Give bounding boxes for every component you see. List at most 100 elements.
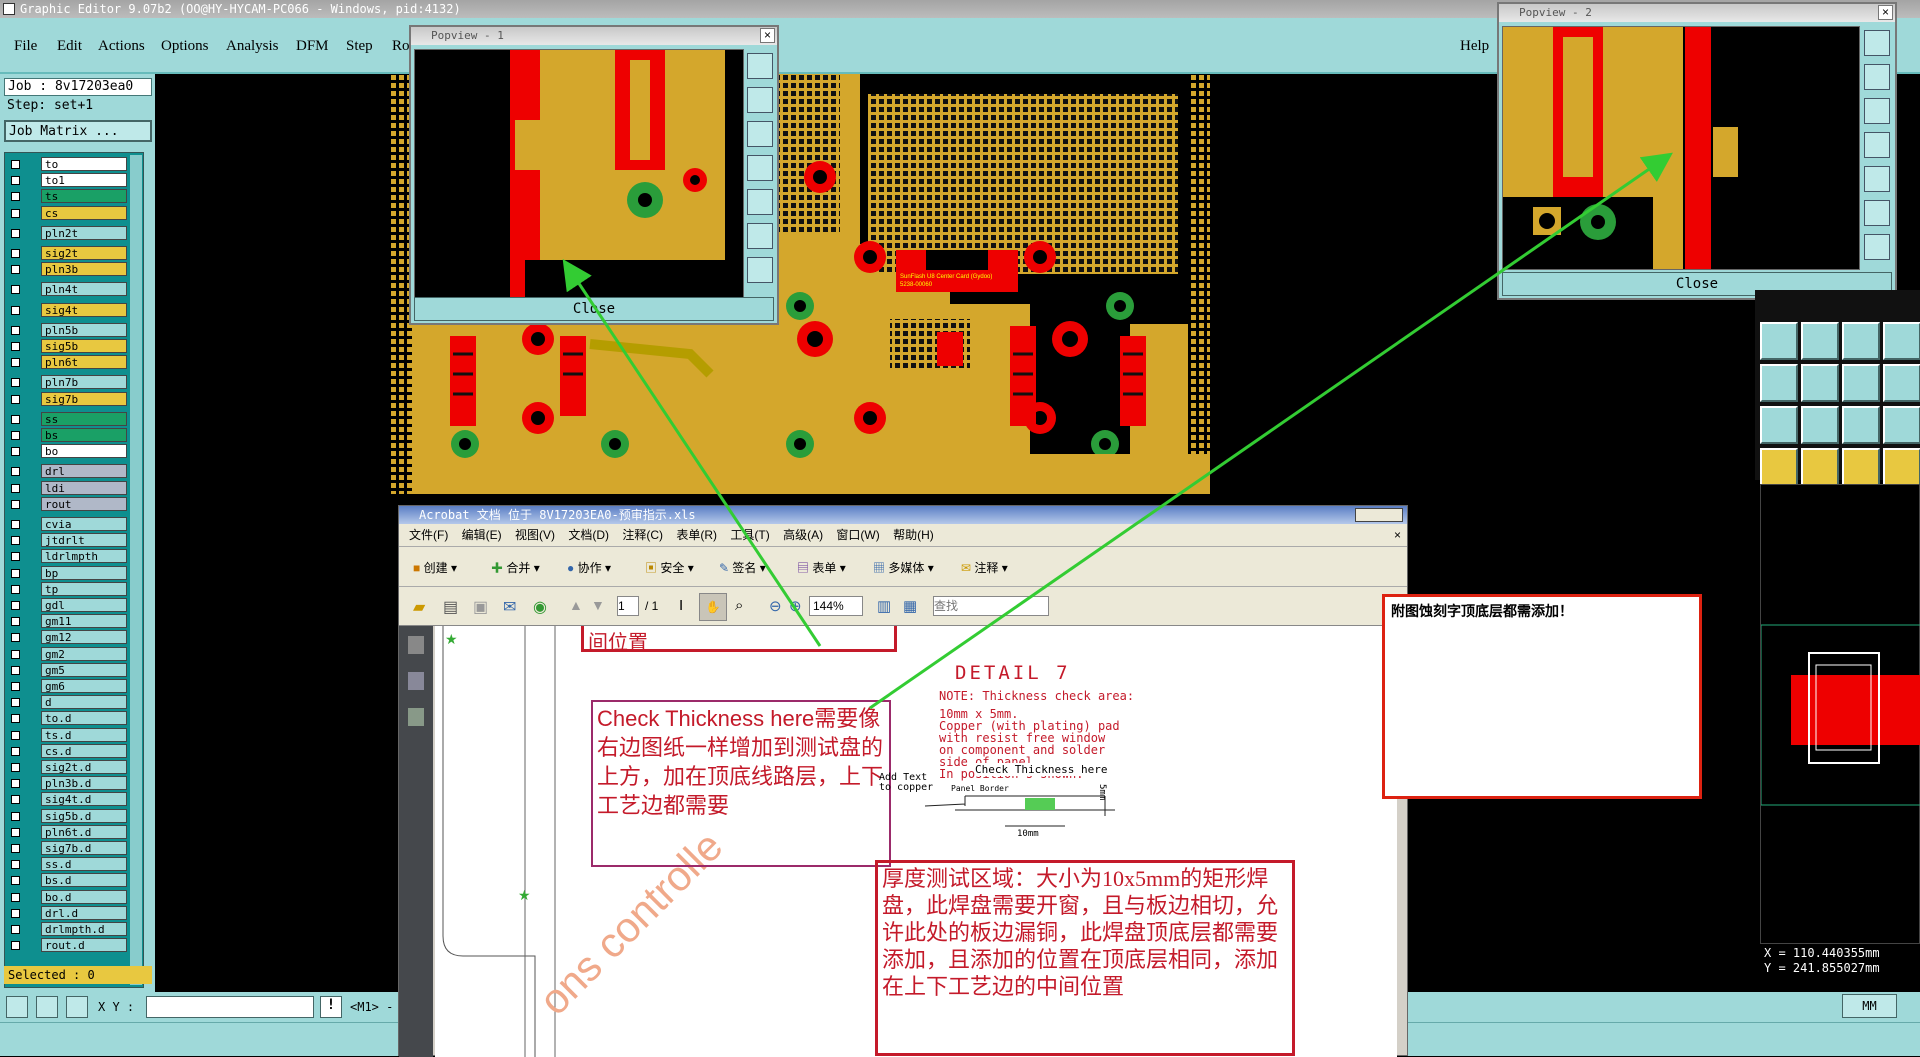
popview-2-zoom-out-button[interactable]: [1864, 98, 1890, 124]
fit-width-icon[interactable]: ▦: [903, 597, 917, 615]
combine-button[interactable]: ✚ 合并 ▾: [491, 559, 540, 576]
layer-row[interactable]: gm12: [5, 630, 129, 645]
tool-arc-icon[interactable]: [1842, 322, 1880, 360]
layer-row[interactable]: bp: [5, 565, 129, 580]
layer-checkbox[interactable]: [11, 827, 20, 837]
layer-checkbox[interactable]: [11, 536, 20, 546]
zoom-level-select[interactable]: 144%: [809, 596, 863, 616]
layer-row[interactable]: drl: [5, 464, 129, 479]
layer-scrollbar[interactable]: [130, 155, 142, 985]
layer-checkbox[interactable]: [11, 698, 20, 708]
menu-options[interactable]: Options: [161, 38, 209, 55]
layer-checkbox[interactable]: [11, 682, 20, 691]
web-icon[interactable]: ◉: [533, 597, 547, 617]
layer-checkbox[interactable]: [11, 714, 20, 724]
acrobat-menu-comments[interactable]: 注释(C): [622, 528, 663, 542]
layer-checkbox[interactable]: [11, 378, 20, 388]
popview-2-zoom-in-button[interactable]: [1864, 64, 1890, 90]
layer-checkbox[interactable]: [11, 192, 20, 202]
layer-row[interactable]: to1: [5, 173, 129, 188]
layer-row[interactable]: rout: [5, 496, 129, 511]
popview-1-zoom-home-button[interactable]: [747, 53, 773, 79]
layer-checkbox[interactable]: [11, 811, 20, 821]
acrobat-window-controls[interactable]: [1355, 508, 1403, 522]
popview-1-close-x-button[interactable]: ×: [760, 28, 775, 43]
layer-checkbox[interactable]: [11, 795, 20, 805]
bookmarks-panel-icon[interactable]: [408, 672, 424, 690]
layer-checkbox[interactable]: [11, 876, 20, 886]
layer-row[interactable]: ss: [5, 411, 129, 426]
popview-1-pan-right-button[interactable]: [747, 189, 773, 215]
menu-step[interactable]: Step: [346, 38, 373, 55]
layer-checkbox[interactable]: [11, 552, 20, 562]
layer-row[interactable]: drlmpth.d: [5, 922, 129, 936]
save-icon[interactable]: ▣: [473, 597, 488, 617]
tool-route-icon[interactable]: [1883, 448, 1920, 486]
layer-checkbox[interactable]: [11, 467, 20, 477]
layer-row[interactable]: d: [5, 695, 129, 710]
menu-actions[interactable]: Actions: [98, 38, 145, 55]
layer-row[interactable]: gm5: [5, 662, 129, 677]
popview-2-pan-right-button[interactable]: [1864, 166, 1890, 192]
layer-checkbox[interactable]: [11, 208, 20, 218]
prev-page-icon[interactable]: ▲: [569, 597, 583, 613]
sign-button[interactable]: ✎ 签名 ▾: [719, 559, 766, 576]
popview-2-close-x-button[interactable]: ×: [1878, 5, 1893, 20]
layer-row[interactable]: ldi: [5, 480, 129, 495]
layer-row[interactable]: pln6t.d: [5, 824, 129, 839]
tool-triangle-icon[interactable]: [1760, 406, 1798, 444]
acrobat-menu-forms[interactable]: 表单(R): [676, 528, 717, 542]
layer-row[interactable]: sig2t: [5, 246, 129, 260]
layer-row[interactable]: sig5b.d: [5, 808, 129, 823]
layer-row[interactable]: sig4t: [5, 302, 129, 317]
zoom-out-icon[interactable]: ⊖: [769, 597, 782, 615]
tool-select3-icon[interactable]: [1842, 448, 1880, 486]
layer-row[interactable]: to: [5, 157, 129, 171]
layer-checkbox[interactable]: [11, 249, 20, 258]
units-selector[interactable]: MM: [1842, 994, 1897, 1018]
layer-checkbox[interactable]: [11, 925, 20, 934]
annotation-box-2[interactable]: 厚度测试区域：大小为10x5mm的矩形焊盘，此焊盘需要开窗，且与板边相切，允许此…: [875, 860, 1295, 1056]
acrobat-menu-window[interactable]: 窗口(W): [836, 528, 879, 542]
layer-row[interactable]: tp: [5, 581, 129, 596]
fit-page-icon[interactable]: ▥: [877, 597, 891, 615]
layer-checkbox[interactable]: [11, 499, 20, 509]
layer-checkbox[interactable]: [11, 358, 20, 368]
pages-panel-icon[interactable]: [408, 636, 424, 654]
layer-row[interactable]: pln5b: [5, 322, 129, 337]
layer-row[interactable]: ldrlmpth: [5, 549, 129, 564]
layer-checkbox[interactable]: [11, 176, 20, 186]
layer-row[interactable]: pln4t: [5, 282, 129, 297]
layer-checkbox[interactable]: [11, 908, 20, 918]
open-folder-icon[interactable]: ▰: [413, 597, 425, 617]
acrobat-menu-advanced[interactable]: 高级(A): [783, 528, 823, 542]
acrobat-menu-help[interactable]: 帮助(H): [893, 528, 934, 542]
layer-row[interactable]: sig2t.d: [5, 760, 129, 774]
minimap[interactable]: [1760, 484, 1920, 944]
layer-row[interactable]: rout.d: [5, 938, 129, 953]
layer-row[interactable]: gm11: [5, 614, 129, 629]
tool-measure-icon[interactable]: [1842, 364, 1880, 402]
layer-row[interactable]: cs.d: [5, 743, 129, 758]
layer-checkbox[interactable]: [11, 265, 20, 275]
layer-checkbox[interactable]: [11, 568, 20, 578]
annotation-box-1[interactable]: Check Thickness here需要像右边图纸一样增加到测试盘的上方，加…: [591, 700, 891, 867]
layer-checkbox[interactable]: [11, 228, 20, 238]
tool-draw-line-icon[interactable]: [1760, 322, 1798, 360]
layer-checkbox[interactable]: [11, 941, 20, 951]
acrobat-menu-edit[interactable]: 编辑(E): [462, 528, 502, 542]
layer-row[interactable]: ts: [5, 189, 129, 204]
acrobat-menu-document[interactable]: 文档(D): [568, 528, 609, 542]
layer-checkbox[interactable]: [11, 844, 20, 853]
layer-checkbox[interactable]: [11, 394, 20, 404]
tool-text-a-icon[interactable]: [1801, 406, 1839, 444]
popview-2-fit-button[interactable]: [1864, 200, 1890, 226]
layer-row[interactable]: pln6t: [5, 355, 129, 370]
layer-row[interactable]: to.d: [5, 711, 129, 726]
popview-1-zoom-out-button[interactable]: [747, 121, 773, 147]
layer-checkbox[interactable]: [11, 730, 20, 740]
layer-row[interactable]: ss.d: [5, 857, 129, 872]
layer-checkbox[interactable]: [11, 601, 20, 610]
tool-shape-icon[interactable]: [1883, 364, 1920, 402]
popview-2-zoom-home-button[interactable]: [1864, 30, 1890, 56]
